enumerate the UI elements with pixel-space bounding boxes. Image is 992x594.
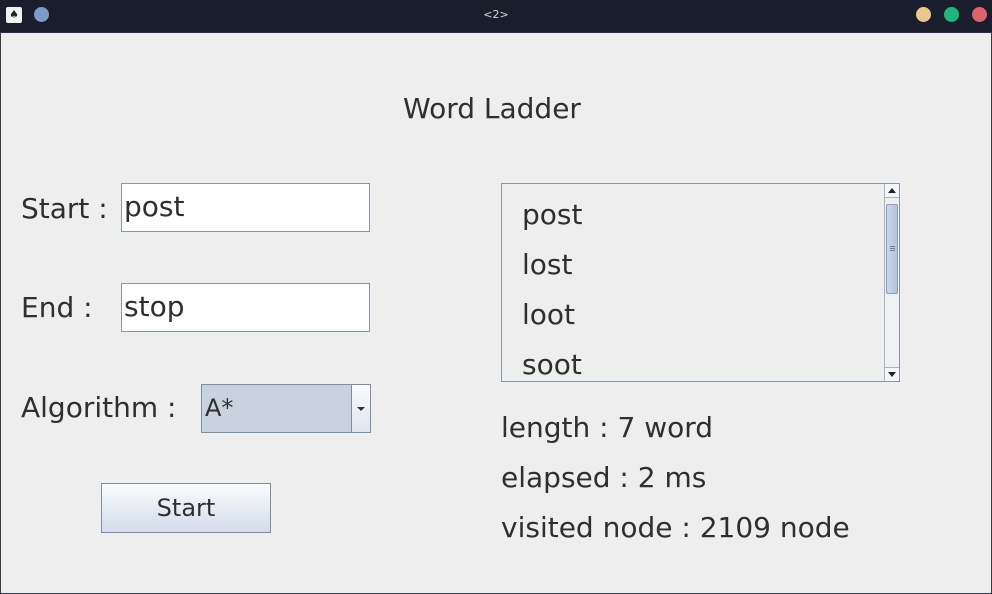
scroll-up-button[interactable] <box>885 184 899 198</box>
visited-nodes-text: visited node : 2109 node <box>501 511 850 544</box>
list-scrollbar[interactable] <box>884 184 899 381</box>
window-title: <2> <box>483 8 509 21</box>
list-item[interactable]: soot <box>522 348 582 381</box>
minimize-button[interactable] <box>916 7 931 22</box>
maximize-button[interactable] <box>944 7 959 22</box>
start-label: Start : <box>21 192 108 225</box>
list-item[interactable]: lost <box>522 248 572 281</box>
algorithm-selected-value: A* <box>202 385 355 432</box>
chevron-down-icon <box>357 407 365 411</box>
scroll-down-button[interactable] <box>885 367 899 381</box>
dropdown-arrow-button[interactable] <box>351 385 370 432</box>
algorithm-select[interactable]: A* <box>201 384 371 433</box>
page-title: Word Ladder <box>403 92 581 125</box>
grip-line <box>890 248 895 249</box>
window-titlebar: ♠ <2> <box>0 0 992 33</box>
arrow-up-icon <box>888 188 896 193</box>
path-list[interactable]: post lost loot soot <box>501 183 900 382</box>
grip-line <box>890 250 895 251</box>
grip-line <box>890 246 895 247</box>
close-button[interactable] <box>972 7 987 22</box>
scroll-thumb[interactable] <box>886 204 898 294</box>
end-word-input[interactable]: stop <box>121 283 370 332</box>
list-item[interactable]: post <box>522 198 582 231</box>
end-label: End : <box>21 291 93 324</box>
elapsed-time-text: elapsed : 2 ms <box>501 461 707 494</box>
path-length-text: length : 7 word <box>501 411 714 444</box>
start-button[interactable]: Start <box>101 483 271 533</box>
start-word-input[interactable]: post <box>121 183 370 232</box>
algorithm-label: Algorithm : <box>21 391 177 424</box>
arrow-down-icon <box>888 372 896 377</box>
list-item[interactable]: loot <box>522 298 575 331</box>
